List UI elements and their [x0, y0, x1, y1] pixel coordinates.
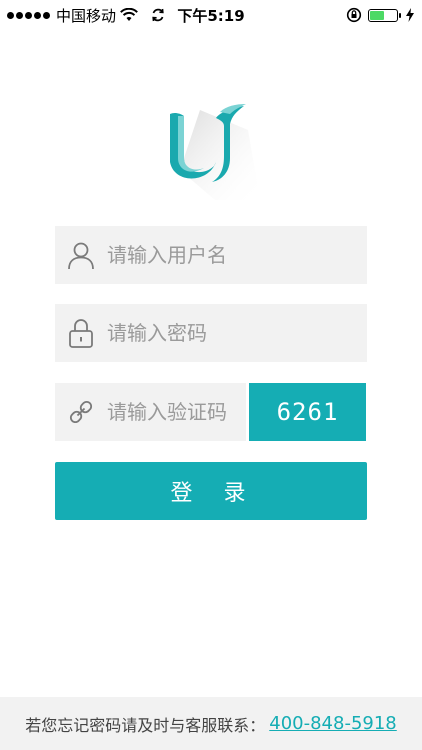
status-time: 下午5:19	[177, 6, 245, 25]
status-left: 中国移动	[0, 5, 166, 26]
captcha-image[interactable]: 6261	[249, 383, 366, 441]
login-screen: 中国移动 下午5:19 请输入用户名 请输入验证码 6261 登 录 若您忘记密…	[0, 0, 422, 750]
sync-icon	[152, 8, 164, 22]
lock-icon	[55, 304, 107, 362]
charging-icon	[406, 8, 414, 22]
wifi-icon	[120, 8, 138, 21]
rotation-lock-icon	[346, 7, 362, 23]
battery-icon	[368, 8, 401, 22]
username-input[interactable]	[107, 243, 347, 267]
status-bar: 中国移动 下午5:19	[0, 0, 422, 30]
battery-fill	[370, 10, 384, 20]
signal-strength-icon	[7, 11, 50, 19]
username-field	[55, 226, 367, 284]
footer-text: 若您忘记密码请及时与客服联系：	[25, 715, 266, 735]
service-phone-link[interactable]: 400-848-5918	[269, 713, 397, 734]
captcha-field	[55, 383, 246, 441]
captcha-input[interactable]	[107, 400, 237, 424]
carrier-name: 中国移动	[56, 6, 117, 25]
status-right	[346, 7, 422, 23]
login-button[interactable]: 登 录	[55, 462, 367, 520]
captcha-code: 6261	[276, 398, 339, 426]
footer: 若您忘记密码请及时与客服联系： 400-848-5918	[0, 697, 422, 750]
password-field	[55, 304, 367, 362]
user-icon	[55, 226, 107, 284]
password-input[interactable]	[107, 321, 347, 345]
link-icon	[55, 383, 107, 441]
app-logo	[170, 104, 260, 200]
